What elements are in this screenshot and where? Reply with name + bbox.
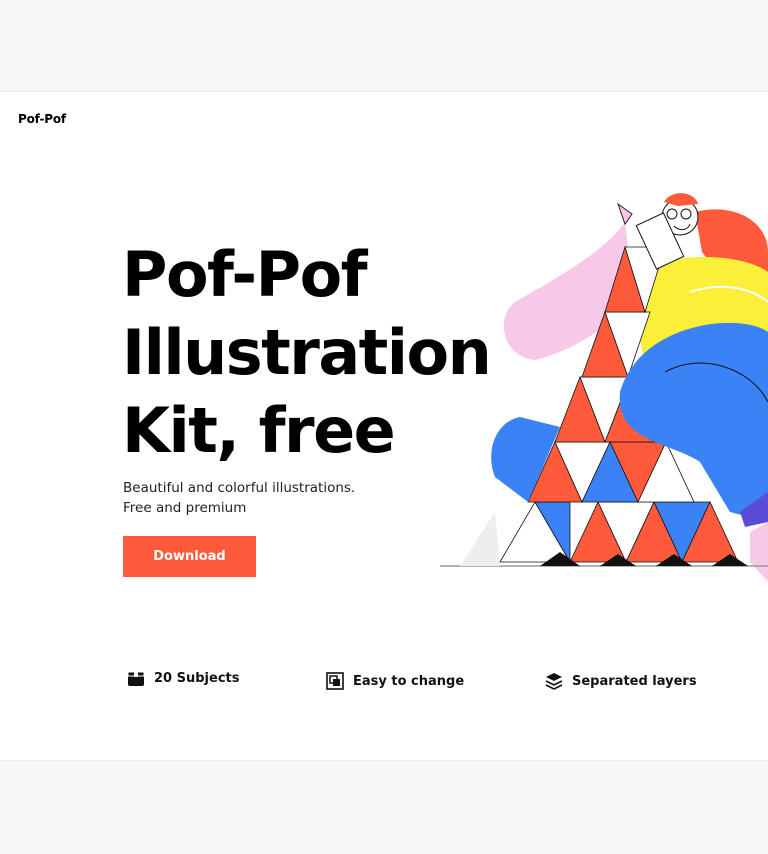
box-icon <box>126 668 146 688</box>
logo[interactable]: Pof-Pof <box>18 112 66 126</box>
landing-page: Pof-Pof Pof-Pof Illustration Kit, free B… <box>0 91 768 761</box>
feature-label: Easy to change <box>353 673 465 689</box>
hero-illustration <box>440 193 768 582</box>
subtitle-line: Free and premium <box>123 500 247 516</box>
feature-label: 20 Subjects <box>154 670 240 686</box>
layers-icon <box>544 671 564 691</box>
feature-separated-layers: Separated layers <box>544 669 697 693</box>
download-button[interactable]: Download <box>123 536 256 577</box>
feature-label: Separated layers <box>572 673 697 689</box>
hero-subtitle: Beautiful and colorful illustrations. Fr… <box>123 478 423 518</box>
subtitle-line: Beautiful and colorful illustrations. <box>123 480 356 496</box>
feature-subjects: 20 Subjects <box>126 666 239 690</box>
edit-frame-icon <box>325 671 345 691</box>
feature-easy-change: Easy to change <box>325 669 464 693</box>
